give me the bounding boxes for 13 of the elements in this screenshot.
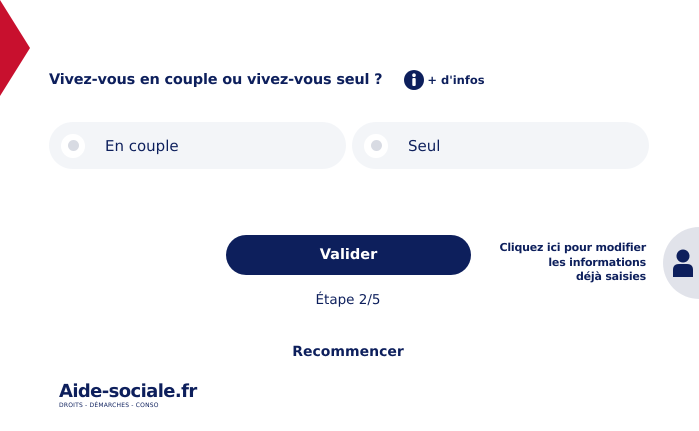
radio-option[interactable]: Seul — [352, 122, 649, 169]
user-icon — [673, 249, 693, 277]
info-link[interactable]: + d'infos — [427, 73, 485, 87]
submit-button[interactable]: Valider — [226, 235, 471, 275]
step-text: Étape 2/5 — [314, 292, 382, 308]
radio-option[interactable]: En couple — [49, 122, 346, 169]
edit-hint-text[interactable]: déjà saisies — [576, 270, 646, 284]
info-icon[interactable] — [404, 70, 424, 90]
question-text: Vivez-vous en couple ou vivez-vous seul ? — [49, 72, 382, 88]
edit-hint-text[interactable]: Cliquez ici pour modifier — [499, 241, 646, 256]
restart-link[interactable]: Recommencer — [0, 344, 696, 360]
logo-name: Aide-sociale.fr — [59, 382, 197, 402]
edit-hint-text[interactable]: les informations — [548, 256, 646, 270]
